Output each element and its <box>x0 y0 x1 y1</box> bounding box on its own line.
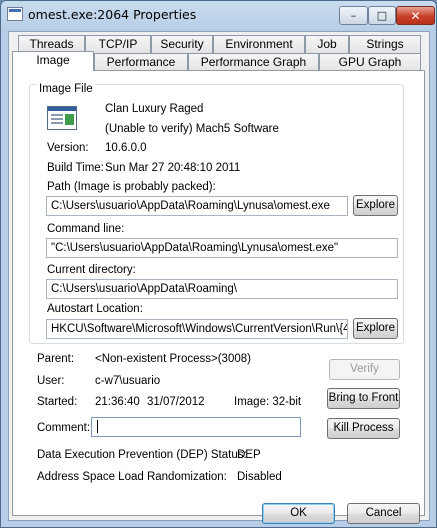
close-button[interactable]: ✕ <box>396 6 435 25</box>
explore-autostart-button[interactable]: Explore <box>353 318 398 339</box>
tab-image[interactable]: Image <box>12 51 94 71</box>
window-icon <box>7 7 23 21</box>
tab-job[interactable]: Job <box>305 35 349 53</box>
comment-label: Comment: <box>37 422 91 434</box>
current-directory-field[interactable]: C:\Users\usuario\AppData\Roaming\ <box>46 279 398 299</box>
current-directory-label: Current directory: <box>47 264 136 276</box>
tab-performance-graph[interactable]: Performance Graph <box>188 53 319 71</box>
properties-window: omest.exe:2064 Properties – □ ✕ Threads … <box>0 0 437 528</box>
tab-performance[interactable]: Performance <box>94 53 188 71</box>
window-title: omest.exe:2064 Properties <box>28 7 197 22</box>
text-caret <box>97 420 98 433</box>
parent-value: <Non-existent Process>(3008) <box>95 353 251 365</box>
parent-label: Parent: <box>37 353 75 365</box>
kill-process-button[interactable]: Kill Process <box>327 418 400 439</box>
autostart-location-label: Autostart Location: <box>47 303 143 315</box>
path-label: Path (Image is probably packed): <box>47 181 216 193</box>
minimize-button[interactable]: – <box>339 6 368 25</box>
tab-tcpip[interactable]: TCP/IP <box>85 35 151 53</box>
dep-value: DEP <box>237 449 261 461</box>
tab-environment[interactable]: Environment <box>213 35 305 53</box>
started-date: 31/07/2012 <box>147 396 205 408</box>
comment-input[interactable] <box>91 417 301 437</box>
path-field[interactable]: C:\Users\usuario\AppData\Roaming\Lynusa\… <box>46 196 348 216</box>
user-label: User: <box>37 375 65 387</box>
build-time-label: Build Time: <box>47 162 104 174</box>
tab-security[interactable]: Security <box>151 35 213 53</box>
ok-button[interactable]: OK <box>262 503 335 524</box>
file-company: (Unable to verify) Mach5 Software <box>105 123 279 135</box>
aslr-label: Address Space Load Randomization: <box>37 471 227 483</box>
version-label: Version: <box>47 142 89 154</box>
cancel-button[interactable]: Cancel <box>347 503 420 524</box>
version-value: 10.6.0.0 <box>105 142 147 154</box>
started-time: 21:36:40 <box>95 396 140 408</box>
started-label: Started: <box>37 396 78 408</box>
autostart-location-field[interactable]: HKCU\Software\Microsoft\Windows\CurrentV… <box>46 319 348 339</box>
verify-button[interactable]: Verify <box>329 359 400 380</box>
application-icon <box>47 106 77 130</box>
image-file-group-title: Image File <box>37 83 95 95</box>
maximize-button[interactable]: □ <box>368 6 396 25</box>
bring-to-front-button[interactable]: Bring to Front <box>327 388 400 409</box>
dep-label: Data Execution Prevention (DEP) Status: <box>37 449 247 461</box>
command-line-field[interactable]: "C:\Users\usuario\AppData\Roaming\Lynusa… <box>46 238 398 258</box>
tab-strings[interactable]: Strings <box>349 35 421 53</box>
build-time-value: Sun Mar 27 20:48:10 2011 <box>105 162 241 174</box>
image-bitness: Image: 32-bit <box>234 396 302 408</box>
explore-path-button[interactable]: Explore <box>353 195 398 216</box>
file-description: Clan Luxury Raged <box>105 103 204 115</box>
title-bar[interactable]: omest.exe:2064 Properties – □ ✕ <box>1 1 436 31</box>
command-line-label: Command line: <box>47 223 125 235</box>
aslr-value: Disabled <box>237 471 282 483</box>
user-value: c-w7\usuario <box>95 375 161 387</box>
tab-gpu-graph[interactable]: GPU Graph <box>319 53 421 71</box>
